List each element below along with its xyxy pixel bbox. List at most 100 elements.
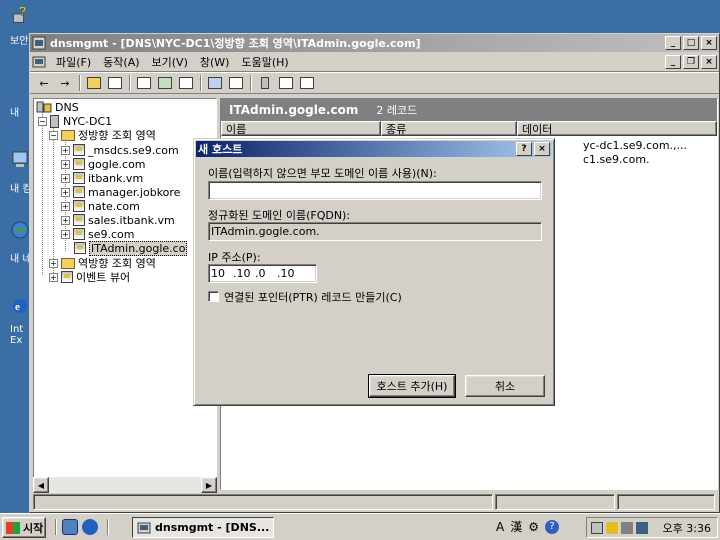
- network-status-icon[interactable]: [591, 521, 603, 534]
- menu-action[interactable]: 동작(A): [97, 54, 145, 70]
- zone-icon: [73, 172, 85, 184]
- tree-item-reverse-zone[interactable]: + 역방향 조회 영역: [49, 256, 156, 270]
- zone-header: ITAdmin.gogle.com 2 레코드: [221, 99, 717, 121]
- start-button[interactable]: 시작: [2, 517, 46, 538]
- clock[interactable]: 오후 3:36: [663, 520, 711, 536]
- fqdn-field: ITAdmin.gogle.com.: [208, 222, 542, 241]
- column-header-name[interactable]: 이름: [221, 121, 381, 136]
- show-tree-icon[interactable]: [105, 74, 125, 92]
- ime-help-icon[interactable]: ?: [545, 519, 559, 534]
- server-icon: [50, 114, 59, 128]
- tree-item-forward-zone[interactable]: − 정방향 조회 영역: [49, 128, 156, 142]
- name-label: 이름(입력하지 않으면 부모 도메인 이름 사용)(N):: [208, 167, 437, 180]
- ip-octet[interactable]: .0: [255, 267, 277, 280]
- back-arrow-icon[interactable]: ←: [34, 74, 54, 92]
- zone-icon: [73, 228, 85, 240]
- dialog-close-button[interactable]: ×: [534, 142, 550, 156]
- list-icon[interactable]: [276, 74, 296, 92]
- expand-toggle[interactable]: +: [61, 173, 70, 183]
- column-header-data[interactable]: 데이터: [517, 121, 717, 136]
- add-host-button[interactable]: 호스트 추가(H): [368, 374, 456, 398]
- tree-label-server: NYC-DC1: [63, 114, 113, 128]
- tree-label-zone: ITAdmin.gogle.co: [89, 240, 188, 256]
- properties-icon[interactable]: [134, 74, 154, 92]
- expand-toggle[interactable]: +: [61, 145, 70, 155]
- tree-item-zone[interactable]: + nate.com: [61, 199, 140, 213]
- records-icon[interactable]: [297, 74, 317, 92]
- tree-item-zone[interactable]: + _msdcs.se9.com: [61, 143, 179, 157]
- tree-item-zone[interactable]: + se9.com: [61, 227, 135, 241]
- tree-item-zone[interactable]: + manager.jobkore: [61, 185, 180, 199]
- collapse-toggle[interactable]: −: [49, 130, 58, 140]
- minimize-button[interactable]: _: [665, 36, 681, 50]
- task-button-dnsmgmt[interactable]: dnsmgmt - [DNS...: [132, 517, 274, 538]
- ip-label: IP 주소(P):: [208, 251, 261, 264]
- ip-octet[interactable]: 10: [211, 267, 233, 280]
- tree-item-zone[interactable]: + gogle.com: [61, 157, 146, 171]
- dialog-title: 새 호스트: [198, 143, 243, 156]
- maximize-button[interactable]: □: [683, 36, 699, 50]
- main-titlebar[interactable]: dnsmgmt - [DNS\NYC-DC1\정방향 조회 영역\ITAdmin…: [30, 34, 719, 52]
- show-desktop-icon[interactable]: [62, 519, 78, 535]
- expand-toggle[interactable]: +: [61, 201, 70, 211]
- menu-window[interactable]: 창(W): [194, 54, 236, 70]
- ptr-checkbox[interactable]: [208, 291, 219, 302]
- tree-label-zone: sales.itbank.vm: [88, 213, 175, 227]
- expand-toggle[interactable]: +: [61, 159, 70, 169]
- display-icon[interactable]: [636, 521, 648, 534]
- menu-help[interactable]: 도움말(H): [235, 54, 294, 70]
- zone-icon: [73, 186, 85, 198]
- menu-view[interactable]: 보기(V): [146, 54, 194, 70]
- close-button[interactable]: ×: [701, 36, 717, 50]
- refresh-icon[interactable]: [155, 74, 175, 92]
- help-book-icon[interactable]: [205, 74, 225, 92]
- column-header-type[interactable]: 종류: [381, 121, 517, 136]
- tree-item-dns[interactable]: DNS: [36, 100, 79, 114]
- ip-octet[interactable]: .10: [233, 267, 255, 280]
- child-close-button[interactable]: ×: [701, 54, 717, 69]
- collapse-toggle[interactable]: −: [38, 116, 47, 126]
- volume-icon[interactable]: [621, 521, 633, 534]
- help-button[interactable]: ?: [516, 142, 532, 156]
- dialog-titlebar[interactable]: 새 호스트 ? ×: [196, 141, 552, 157]
- export-list-icon[interactable]: [176, 74, 196, 92]
- tree-item-event-viewer[interactable]: + 이벤트 뷰어: [49, 270, 130, 284]
- ime-mode[interactable]: A: [496, 520, 504, 534]
- forward-arrow-icon[interactable]: →: [55, 74, 75, 92]
- expand-toggle[interactable]: +: [61, 229, 70, 239]
- expand-toggle[interactable]: +: [49, 272, 58, 282]
- menu-file[interactable]: 파일(F): [50, 54, 97, 70]
- child-minimize-button[interactable]: _: [665, 54, 681, 69]
- cancel-button[interactable]: 취소: [465, 375, 545, 397]
- zone-title: ITAdmin.gogle.com: [229, 103, 359, 117]
- tree-item-zone[interactable]: + sales.itbank.vm: [61, 213, 175, 227]
- name-input[interactable]: [208, 181, 542, 200]
- tree-item-zone[interactable]: + itbank.vm: [61, 171, 143, 185]
- server-icon[interactable]: [255, 74, 275, 92]
- ip-address-field[interactable]: 10 .10 .0 .10: [208, 264, 317, 283]
- desktop-icon-help[interactable]: ?: [8, 3, 36, 27]
- help-icon: ?: [13, 3, 27, 23]
- ime-hanja[interactable]: 漢: [510, 518, 522, 535]
- ip-octet[interactable]: .10: [277, 267, 299, 280]
- up-folder-icon[interactable]: [84, 74, 104, 92]
- tree-label-event-viewer: 이벤트 뷰어: [76, 271, 131, 284]
- scroll-left-icon[interactable]: ◀: [33, 477, 49, 493]
- tree-label-zone: manager.jobkore: [88, 185, 181, 199]
- ie-quicklaunch-icon[interactable]: [82, 519, 98, 535]
- expand-toggle[interactable]: +: [61, 187, 70, 197]
- ime-bar[interactable]: A 漢 ⚙ ?: [496, 518, 559, 535]
- toolbar-separator: [250, 75, 252, 91]
- child-restore-button[interactable]: ❐: [683, 54, 699, 69]
- tree-item-server[interactable]: − NYC-DC1: [38, 114, 112, 128]
- tree-horizontal-scrollbar[interactable]: ◀ ▶: [33, 477, 217, 493]
- console-tree-icon[interactable]: [226, 74, 246, 92]
- expand-toggle[interactable]: +: [61, 215, 70, 225]
- tree-item-zone-selected[interactable]: ITAdmin.gogle.co: [74, 240, 188, 256]
- tree-label-zone: _msdcs.se9.com: [88, 143, 179, 157]
- security-shield-icon[interactable]: [606, 521, 618, 534]
- zone-icon: [73, 200, 85, 212]
- ime-settings-icon[interactable]: ⚙: [528, 520, 539, 534]
- expand-toggle[interactable]: +: [49, 258, 58, 268]
- scroll-right-icon[interactable]: ▶: [201, 477, 217, 493]
